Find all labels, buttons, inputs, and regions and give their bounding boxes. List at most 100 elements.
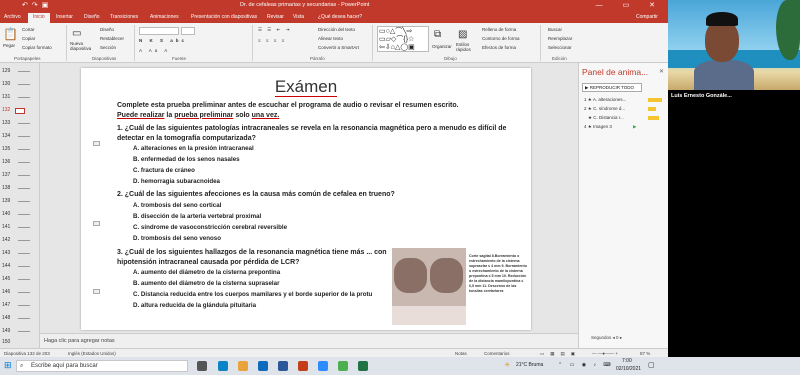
thumbnail[interactable] bbox=[18, 318, 30, 319]
thumbnail-number[interactable]: 138 bbox=[2, 185, 10, 191]
find-button[interactable]: Buscar bbox=[548, 27, 562, 32]
thumbnail-selected[interactable] bbox=[15, 108, 25, 114]
question-2[interactable]: 2. ¿Cuál de las siguientes afecciones es… bbox=[117, 190, 507, 200]
question-1[interactable]: 1. ¿Cuál de las siguientes patologías in… bbox=[117, 124, 507, 143]
slide-title[interactable]: Exámen bbox=[81, 77, 531, 97]
arrange-icon[interactable]: ⧉ bbox=[434, 29, 441, 40]
font-color-buttons[interactable]: A Aa A bbox=[139, 48, 170, 53]
animation-item-4[interactable]: 4 ★ Imagen 3 bbox=[584, 124, 612, 130]
tab-vista[interactable]: Vista bbox=[293, 14, 304, 20]
quick-styles-button[interactable]: Estilos rápidos bbox=[456, 42, 478, 52]
thumbnail[interactable] bbox=[18, 214, 30, 215]
excel-icon[interactable] bbox=[358, 361, 368, 371]
layout-button[interactable]: Diseño bbox=[100, 27, 114, 32]
shape-fill-button[interactable]: Relleno de forma bbox=[482, 27, 516, 32]
thumbnail[interactable] bbox=[18, 331, 30, 332]
smartart-button[interactable]: Convertir a SmartArt bbox=[318, 45, 359, 50]
explorer-icon[interactable] bbox=[238, 361, 248, 371]
animation-item-1[interactable]: 1 ★ A. alteraciones... bbox=[584, 97, 626, 103]
zoom-level[interactable]: 87 % bbox=[640, 351, 650, 356]
play-all-button[interactable]: ▶ REPRODUCIR TODO bbox=[582, 83, 642, 92]
thumbnail[interactable] bbox=[18, 97, 30, 98]
thumbnail-number[interactable]: 145 bbox=[2, 276, 10, 282]
zoom-app-icon[interactable] bbox=[318, 361, 328, 371]
powerpoint-icon[interactable] bbox=[298, 361, 308, 371]
new-slide-button[interactable]: Nueva diapositiva bbox=[70, 41, 96, 51]
chrome-icon[interactable] bbox=[338, 361, 348, 371]
shapes-gallery[interactable]: ▭○△⌒╲⇨ ▭▱◇⌒{}☆ ⇦⇩⌂△◯▣ bbox=[377, 26, 429, 52]
thumbnail[interactable] bbox=[18, 136, 30, 137]
shape-outline-button[interactable]: Contorno de forma bbox=[482, 36, 520, 41]
quick-access-toolbar[interactable]: ↶↷▣ bbox=[22, 1, 52, 9]
close-icon[interactable]: ✕ bbox=[659, 68, 664, 75]
thumbnail-number[interactable]: 148 bbox=[2, 315, 10, 321]
slide[interactable]: Exámen Complete esta prueba preliminar a… bbox=[81, 68, 531, 330]
taskbar-search[interactable]: ⌕ Escribe aquí para buscar bbox=[16, 360, 188, 372]
quick-styles-icon[interactable]: ▨ bbox=[458, 29, 467, 40]
thumbnail-number[interactable]: 129 bbox=[2, 68, 10, 74]
intro-text[interactable]: Complete esta prueba preliminar antes de… bbox=[117, 101, 477, 120]
notes-pane[interactable]: Haga clic para agregar notas bbox=[40, 333, 578, 348]
thumbnail[interactable] bbox=[18, 201, 30, 202]
paste-icon[interactable]: 📋 bbox=[3, 27, 18, 41]
q2-option-c[interactable]: C. síndrome de vasoconstricción cerebral… bbox=[133, 224, 287, 231]
thumbnail-number[interactable]: 149 bbox=[2, 328, 10, 334]
replace-button[interactable]: Reemplazar bbox=[548, 36, 572, 41]
q1-option-d[interactable]: D. hemorragia subaracnoidea bbox=[133, 178, 220, 185]
thumbnail-number[interactable]: 139 bbox=[2, 198, 10, 204]
animation-timing-bar[interactable] bbox=[648, 107, 656, 111]
tab-revisar[interactable]: Revisar bbox=[267, 14, 284, 20]
thumbnail-number[interactable]: 136 bbox=[2, 159, 10, 165]
font-family-select[interactable] bbox=[139, 27, 179, 35]
tab-diseno[interactable]: Diseño bbox=[84, 14, 100, 20]
q2-option-b[interactable]: B. disección de la arteria vertebral pro… bbox=[133, 213, 261, 220]
language-indicator[interactable]: Inglés (Estados Unidos) bbox=[68, 351, 116, 356]
seconds-control[interactable]: Segundos ◂ 0 ▸ bbox=[591, 335, 622, 341]
mri-image[interactable] bbox=[392, 248, 466, 325]
thumbnail-number[interactable]: 143 bbox=[2, 250, 10, 256]
edge-icon[interactable] bbox=[218, 361, 228, 371]
font-format-buttons[interactable]: N K S abc bbox=[139, 38, 187, 43]
animation-tag[interactable] bbox=[93, 221, 100, 226]
cut-button[interactable]: Cortar bbox=[22, 27, 35, 32]
animation-item-3[interactable]: ★ C. Distancia r... bbox=[588, 115, 624, 121]
notes-button[interactable]: Notas bbox=[455, 351, 467, 356]
question-3[interactable]: 3. ¿Cuál de los siguientes hallazgos de … bbox=[117, 248, 389, 267]
align-text-button[interactable]: Alinear texto bbox=[318, 36, 343, 41]
thumbnail-number[interactable]: 142 bbox=[2, 237, 10, 243]
thumbnail[interactable] bbox=[18, 71, 30, 72]
play-icon[interactable]: ▶ bbox=[633, 124, 636, 130]
slide-thumbnails-pane[interactable]: 129 130 131 132 133 134 135 136 137 138 … bbox=[0, 63, 40, 348]
q3-option-d[interactable]: D. altura reducida de la glándula pituit… bbox=[133, 302, 256, 309]
tab-inicio[interactable]: Inicio bbox=[28, 13, 50, 23]
image-caption[interactable]: Corte sagital 8.Borramiento o estrechami… bbox=[469, 254, 529, 294]
thumbnail[interactable] bbox=[18, 175, 30, 176]
tell-me-search[interactable]: ¿Qué desea hacer? bbox=[318, 14, 362, 20]
animation-timing-bar[interactable] bbox=[648, 116, 659, 120]
reset-button[interactable]: Restablecer bbox=[100, 36, 124, 41]
clock-time[interactable]: 7:00 bbox=[622, 358, 632, 364]
thumbnail-number-selected[interactable]: 132 bbox=[2, 107, 10, 113]
windows-start-icon[interactable]: ⊞ bbox=[4, 360, 12, 371]
q1-option-c[interactable]: C. fractura de cráneo bbox=[133, 167, 195, 174]
thumbnail[interactable] bbox=[18, 188, 30, 189]
animation-tag[interactable] bbox=[93, 289, 100, 294]
align-buttons[interactable]: ≡ ≡ ≡ ≡ bbox=[258, 38, 286, 43]
thumbnail[interactable] bbox=[18, 240, 30, 241]
thumbnail-number[interactable]: 140 bbox=[2, 211, 10, 217]
thumbnail-number[interactable]: 134 bbox=[2, 133, 10, 139]
list-buttons[interactable]: ☰ ☰ ⇤ ⇥ bbox=[258, 27, 291, 33]
format-painter-button[interactable]: Copiar formato bbox=[22, 45, 52, 50]
tab-transiciones[interactable]: Transiciones bbox=[110, 14, 138, 20]
notes-placeholder[interactable]: Haga clic para agregar notas bbox=[44, 338, 115, 344]
thumbnail[interactable] bbox=[18, 162, 30, 163]
tab-archivo[interactable]: Archivo bbox=[4, 14, 21, 20]
thumbnail-number[interactable]: 137 bbox=[2, 172, 10, 178]
zoom-slider[interactable]: — —●—— + bbox=[592, 351, 618, 356]
view-buttons[interactable]: ▭▦▤▣ bbox=[540, 351, 581, 357]
thumbnail[interactable] bbox=[18, 266, 30, 267]
window-controls[interactable]: — ▭ ✕ bbox=[596, 1, 664, 9]
thumbnail-number[interactable]: 141 bbox=[2, 224, 10, 230]
section-button[interactable]: Sección bbox=[100, 45, 116, 50]
search-placeholder[interactable]: Escribe aquí para buscar bbox=[31, 363, 98, 369]
